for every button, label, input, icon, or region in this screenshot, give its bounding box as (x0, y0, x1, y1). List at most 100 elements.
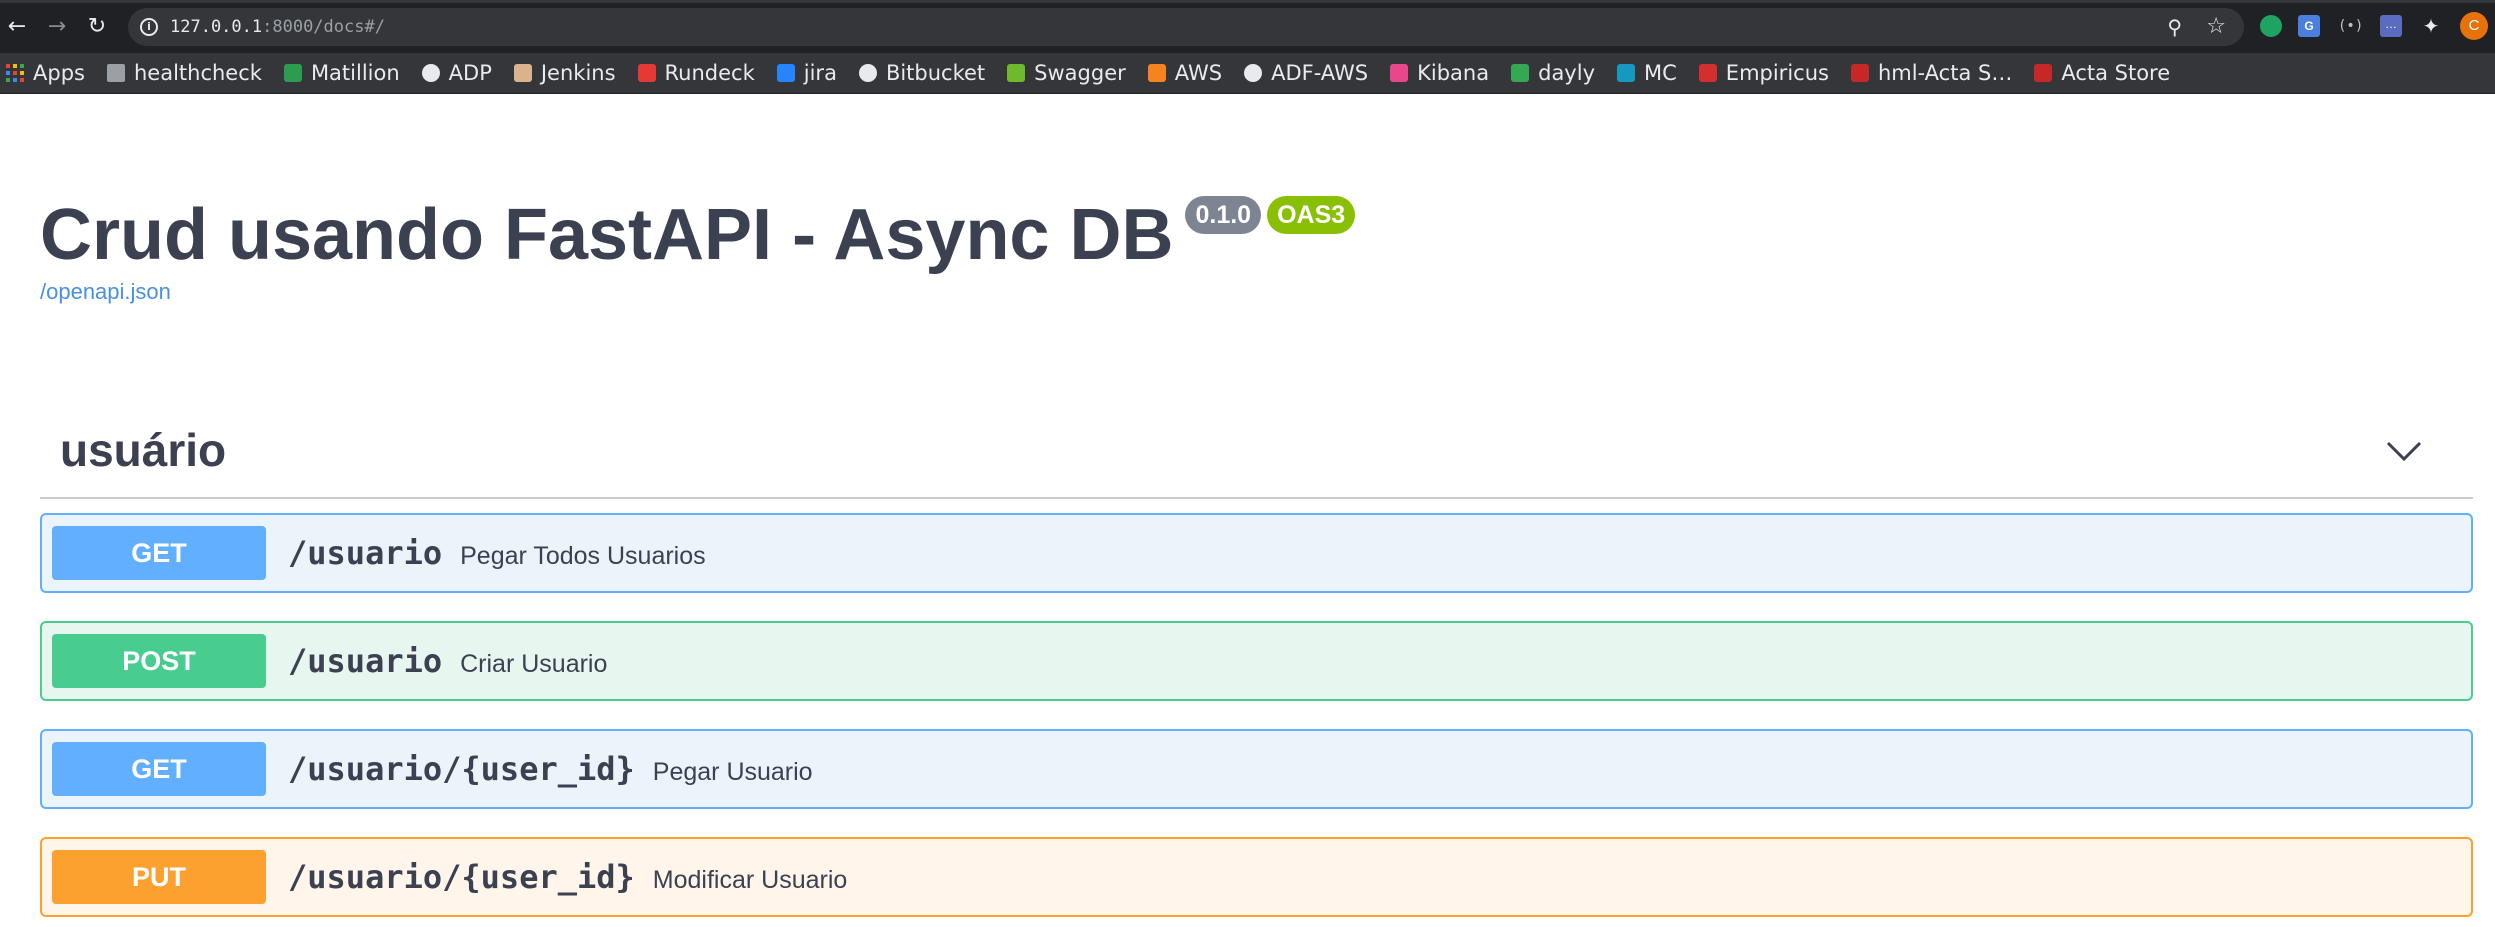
bookmark-item[interactable]: Empiricus (1698, 53, 1829, 93)
bookmark-item[interactable]: healthcheck (106, 53, 262, 93)
bookmark-label: Bitbucket (885, 61, 986, 85)
profile-avatar[interactable]: C (2460, 12, 2488, 40)
operation-path: /usuario/{user_id} (288, 858, 635, 896)
bookmark-item[interactable]: Rundeck (637, 53, 755, 93)
extension-brackets-icon[interactable]: (•) (2338, 15, 2363, 37)
bookmark-item[interactable]: hml-Acta S… (1850, 53, 2013, 93)
operation-summary: Criar Usuario (460, 650, 608, 678)
bookmark-item[interactable]: Matillion (283, 53, 400, 93)
bookmark-item[interactable]: ADF-AWS (1244, 53, 1368, 93)
tag-section-header[interactable]: usuário (40, 415, 2473, 499)
url-path: :8000/docs#/ (262, 17, 385, 37)
bookmark-star-icon[interactable]: ☆ (2206, 14, 2226, 39)
bookmark-label: hml-Acta S… (1877, 61, 2013, 85)
forward-arrow-icon[interactable]: → (42, 12, 72, 42)
tag-title: usuário (60, 424, 227, 476)
acta-icon (1850, 64, 1869, 82)
bookmark-item[interactable]: Jenkins (513, 53, 616, 93)
jira-icon (776, 64, 795, 82)
operation-path: /usuario (288, 534, 443, 572)
extension-green-icon[interactable] (2260, 15, 2282, 37)
extension-dots-icon[interactable]: … (2380, 15, 2402, 37)
operation-summary: Pegar Usuario (652, 758, 813, 786)
method-badge: GET (52, 742, 266, 796)
bookmark-label: MC (1644, 61, 1677, 85)
operation-line: /usuario Criar Usuario (288, 643, 607, 679)
bookmark-label: Matillion (310, 61, 400, 85)
swagger-icon (1007, 64, 1026, 82)
bookmark-label: healthcheck (133, 61, 262, 85)
operation-summary: Pegar Todos Usuarios (460, 542, 706, 570)
bookmark-item[interactable]: jira (776, 53, 837, 93)
globe-icon (1244, 64, 1263, 82)
bookmark-item[interactable]: Bitbucket (858, 53, 986, 93)
translate-extension-icon[interactable]: G (2298, 15, 2320, 37)
bookmark-item[interactable]: MC (1617, 53, 1677, 93)
operation-post-usuario[interactable]: POST /usuario Criar Usuario (40, 621, 2473, 701)
bookmark-label: Acta Store (2061, 61, 2171, 85)
extensions-puzzle-icon[interactable]: ✦ (2420, 15, 2442, 37)
operation-get-usuario-by-id[interactable]: GET /usuario/{user_id} Pegar Usuario (40, 729, 2473, 809)
bookmark-label: Apps (33, 61, 85, 85)
url-host: 127.0.0.1 (170, 17, 263, 37)
openapi-json-link[interactable]: /openapi.json (40, 279, 171, 305)
operation-line: /usuario/{user_id} Modificar Usuario (288, 859, 847, 895)
page-title: Crud usando FastAPI - Async DB (40, 195, 1174, 275)
bookmark-label: Rundeck (664, 61, 755, 85)
operation-summary: Modificar Usuario (652, 866, 848, 894)
bookmark-label: dayly (1538, 61, 1595, 85)
bookmark-item[interactable]: AWS (1147, 53, 1223, 93)
bookmark-label: ADP (448, 61, 492, 85)
bookmark-item[interactable]: dayly (1511, 53, 1595, 93)
bookmark-item[interactable]: Kibana (1390, 53, 1489, 93)
matillion-icon (283, 64, 302, 82)
kibana-icon (1390, 64, 1409, 82)
back-arrow-icon[interactable]: ← (2, 12, 32, 42)
bookmark-label: Kibana (1417, 61, 1490, 85)
method-badge: GET (52, 526, 266, 580)
bookmark-item[interactable]: Apps (6, 53, 85, 93)
address-bar[interactable]: i 127.0.0.1:8000/docs#/ ⚲ ☆ (128, 8, 2244, 46)
jenkins-icon (513, 64, 532, 82)
salesforce-icon (1617, 64, 1635, 82)
apps-grid-icon (6, 64, 24, 82)
version-badge: 0.1.0 (1185, 196, 1262, 234)
url-text[interactable]: 127.0.0.1:8000/docs#/ (170, 17, 385, 37)
operation-line: /usuario Pegar Todos Usuarios (288, 535, 706, 571)
folder-icon (106, 64, 125, 82)
bookmark-label: jira (803, 61, 837, 85)
bookmark-label: Empiricus (1725, 61, 1829, 85)
operation-path: /usuario/{user_id} (288, 750, 635, 788)
bookmark-label: Swagger (1034, 61, 1126, 85)
acta-icon (2034, 64, 2053, 82)
browser-toolbar: ← → ↻ i 127.0.0.1:8000/docs#/ ⚲ ☆ G (•) … (0, 0, 2495, 53)
bookmarks-list: Apps healthcheck Matillion ADP Jenkins Rundec… (0, 53, 2495, 93)
bookmark-label: Jenkins (540, 61, 616, 85)
bookmarks-bar: Apps healthcheck Matillion ADP Jenkins Rundec… (0, 53, 2495, 94)
operation-line: /usuario/{user_id} Pegar Usuario (288, 751, 813, 787)
operation-put-usuario-by-id[interactable]: PUT /usuario/{user_id} Modificar Usuario (40, 837, 2473, 917)
zoom-icon[interactable]: ⚲ (2167, 15, 2182, 39)
aws-icon (1147, 64, 1166, 82)
method-badge: PUT (52, 850, 266, 904)
method-badge: POST (52, 634, 266, 688)
empiricus-icon (1698, 64, 1717, 82)
chevron-down-icon[interactable] (2385, 439, 2423, 463)
meet-icon (1511, 64, 1530, 82)
swagger-page: Crud usando FastAPI - Async DB 0.1.0 OAS… (0, 95, 2495, 927)
globe-icon (421, 64, 440, 82)
operation-path: /usuario (288, 642, 443, 680)
bookmark-label: ADF-AWS (1271, 61, 1369, 85)
bookmark-item[interactable]: ADP (421, 53, 492, 93)
oas-badge: OAS3 (1267, 196, 1356, 234)
bookmark-item[interactable]: Acta Store (2034, 53, 2170, 93)
info-header: Crud usando FastAPI - Async DB 0.1.0 OAS… (40, 194, 1356, 276)
tab-strip-edge (0, 0, 2495, 3)
bookmark-label: AWS (1174, 61, 1223, 85)
operation-get-usuario[interactable]: GET /usuario Pegar Todos Usuarios (40, 513, 2473, 593)
site-info-icon[interactable]: i (140, 18, 158, 36)
rundeck-icon (637, 64, 656, 82)
globe-icon (858, 64, 877, 82)
reload-icon[interactable]: ↻ (82, 12, 112, 42)
bookmark-item[interactable]: Swagger (1007, 53, 1126, 93)
